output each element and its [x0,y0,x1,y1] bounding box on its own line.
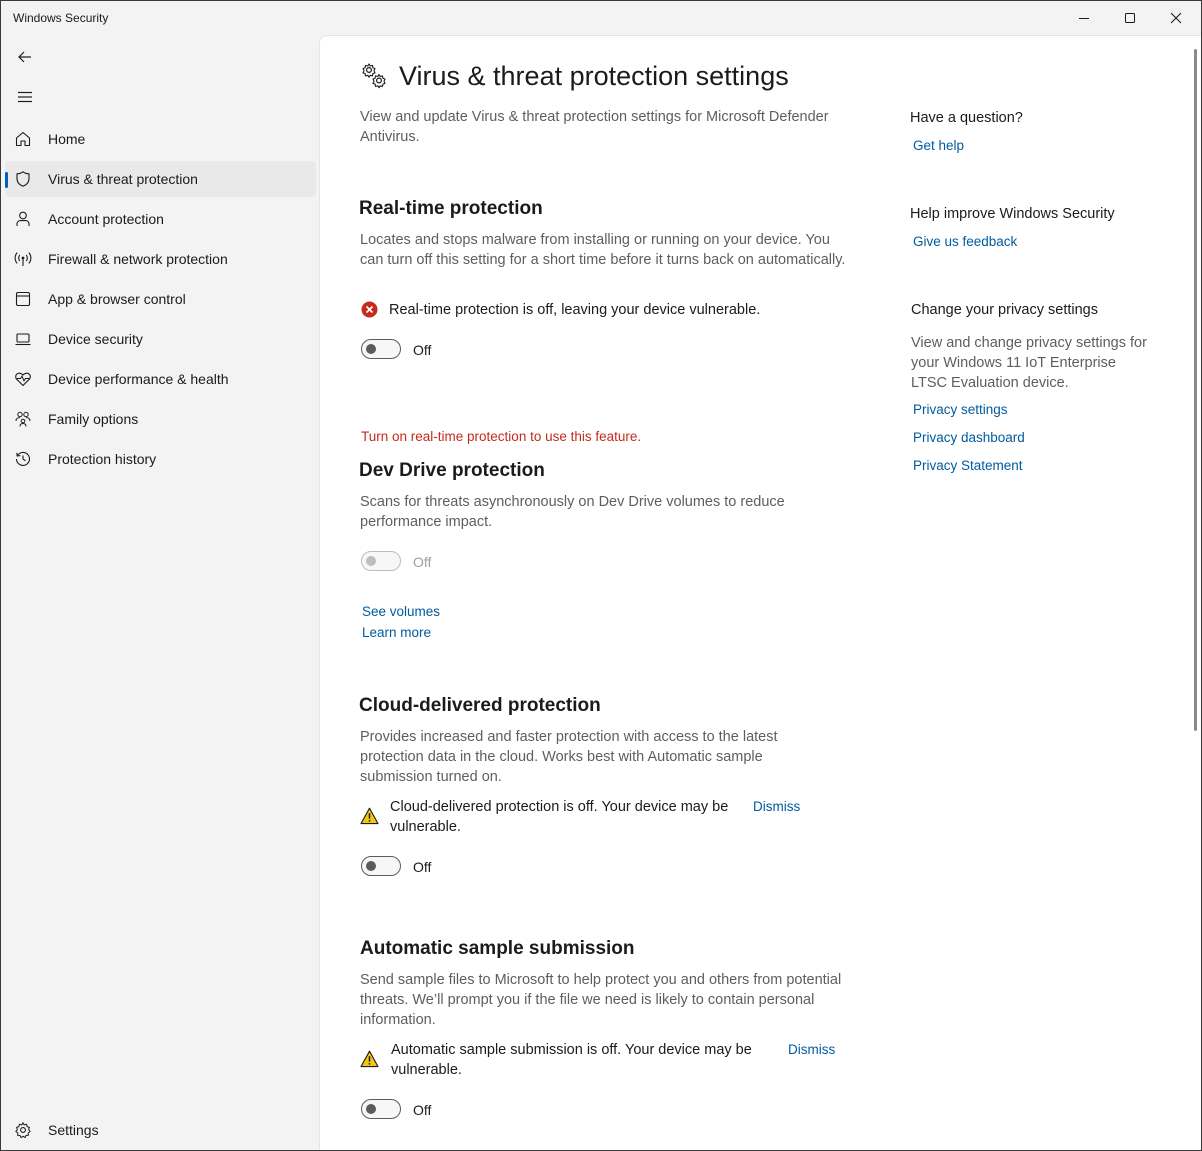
realtime-heading: Real-time protection [359,198,543,219]
history-icon [14,450,32,468]
devdrive-description: Scans for threats asynchronously on Dev … [360,494,785,530]
sidebar-item-label: Home [48,131,86,147]
sample-toggle-label: Off [413,1102,432,1118]
minimize-icon [1079,18,1089,19]
sidebar-item-home[interactable]: Home [5,121,316,157]
shield-icon [14,170,32,188]
minimize-button[interactable] [1061,1,1107,35]
sidebar-item-label: Family options [48,411,139,427]
laptop-icon [14,330,32,348]
sidebar-item-label: Protection history [48,451,157,467]
sidebar: Home Virus & threat protection Account p… [1,35,319,1150]
app-title: Windows Security [13,11,109,25]
back-button[interactable] [7,41,43,73]
realtime-toggle[interactable] [361,339,401,359]
privacy-statement-link[interactable]: Privacy Statement [913,458,1023,473]
toggle-knob [366,861,376,871]
sidebar-item-label: Account protection [48,211,164,227]
sidebar-item-app-browser-control[interactable]: App & browser control [5,281,316,317]
close-button[interactable] [1153,1,1199,35]
vertical-scrollbar[interactable] [1194,49,1197,731]
feedback-link[interactable]: Give us feedback [913,234,1017,249]
sample-description: Send sample files to Microsoft to help p… [360,972,842,1028]
cloud-description: Provides increased and faster protection… [360,729,778,785]
browser-window-icon [14,290,32,308]
warning-triangle-icon [360,807,379,830]
sidebar-item-virus-threat-protection[interactable]: Virus & threat protection [5,161,316,197]
family-icon [14,410,32,428]
sidebar-item-account-protection[interactable]: Account protection [5,201,316,237]
gears-icon [359,61,389,96]
title-bar: Windows Security [1,1,1201,35]
sidebar-item-firewall-network-protection[interactable]: Firewall & network protection [5,241,316,277]
get-help-link[interactable]: Get help [913,138,964,153]
devdrive-error: Turn on real-time protection to use this… [361,429,642,444]
realtime-status: Real-time protection is off, leaving you… [389,302,761,318]
gear-icon [14,1121,32,1139]
sidebar-item-label: Device performance & health [48,371,229,387]
toggle-knob [366,1104,376,1114]
sidebar-item-device-security[interactable]: Device security [5,321,316,357]
person-icon [14,210,32,228]
page-intro: View and update Virus & threat protectio… [360,109,829,145]
cloud-status: Cloud-delivered protection is off. Your … [390,799,729,835]
warning-triangle-icon [360,1050,379,1073]
sidebar-item-protection-history[interactable]: Protection history [5,441,316,477]
privacy-settings-link[interactable]: Privacy settings [913,402,1008,417]
sidebar-item-label: Settings [48,1122,99,1138]
heart-pulse-icon [14,370,32,388]
realtime-toggle-label: Off [413,342,432,358]
cloud-toggle[interactable] [361,856,401,876]
realtime-description: Locates and stops malware from installin… [360,232,846,268]
sample-heading: Automatic sample submission [360,938,635,959]
maximize-icon [1125,13,1135,23]
sample-status: Automatic sample submission is off. Your… [391,1042,752,1078]
menu-button[interactable] [7,81,43,113]
wireless-signal-icon [14,250,32,268]
devdrive-toggle[interactable] [361,551,401,571]
privacy-text: View and change privacy settings for you… [911,335,1147,391]
close-icon [1170,12,1182,24]
question-heading: Have a question? [910,110,1023,126]
page-title: Virus & threat protection settings [399,61,789,91]
home-icon [14,130,32,148]
app-window: Windows Security Home Virus & threat pro… [0,0,1202,1151]
sidebar-item-settings[interactable]: Settings [5,1112,316,1148]
toggle-knob [366,556,376,566]
see-volumes-link[interactable]: See volumes [362,604,440,619]
privacy-dashboard-link[interactable]: Privacy dashboard [913,430,1025,445]
sidebar-item-device-performance-health[interactable]: Device performance & health [5,361,316,397]
back-arrow-icon [18,51,31,63]
hamburger-menu-icon [18,91,32,103]
maximize-button[interactable] [1107,1,1153,35]
sample-dismiss-link[interactable]: Dismiss [788,1042,835,1057]
sidebar-item-label: App & browser control [48,291,186,307]
privacy-heading: Change your privacy settings [911,302,1098,318]
cloud-heading: Cloud-delivered protection [359,695,601,716]
error-circle-icon [361,301,378,323]
sidebar-item-label: Firewall & network protection [48,251,228,267]
cloud-toggle-label: Off [413,859,432,875]
devdrive-heading: Dev Drive protection [359,460,545,481]
sidebar-item-label: Device security [48,331,143,347]
devdrive-toggle-label: Off [413,554,432,570]
improve-heading: Help improve Windows Security [910,206,1115,222]
learn-more-link[interactable]: Learn more [362,625,431,640]
selection-indicator [5,172,8,188]
toggle-knob [366,344,376,354]
sidebar-item-family-options[interactable]: Family options [5,401,316,437]
sidebar-item-label: Virus & threat protection [48,171,198,187]
cloud-dismiss-link[interactable]: Dismiss [753,799,800,814]
sample-toggle[interactable] [361,1099,401,1119]
